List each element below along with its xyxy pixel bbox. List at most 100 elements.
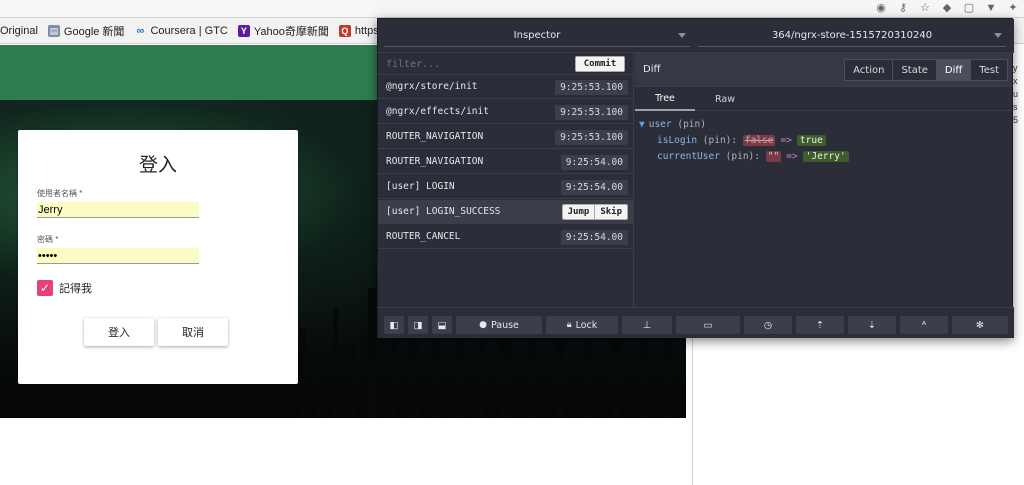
action-item[interactable]: @ngrx/store/init 9:25:53.100 xyxy=(378,75,634,99)
jump-skip-group: Jump Skip xyxy=(561,204,628,220)
settings-button[interactable]: ✻ xyxy=(952,316,1008,334)
layout-bottom-button[interactable]: ⬓ xyxy=(432,316,452,334)
vuejs-icon[interactable]: ▼ xyxy=(984,1,998,15)
timer-icon: ◷ xyxy=(763,319,773,331)
bookmark-yahoo[interactable]: Y Yahoo奇摩新聞 xyxy=(237,23,329,39)
username-label: 使用者名稱 * xyxy=(37,189,83,198)
browser-toolbar: ◉ ⚷ ☆ ◆ ▢ ▼ ✦ xyxy=(0,0,1024,18)
action-item[interactable]: ROUTER_NAVIGATION 9:25:54.00 xyxy=(378,150,634,174)
username-input[interactable] xyxy=(37,202,199,218)
panel-bottom-icon: ⬓ xyxy=(437,319,447,331)
tab-state[interactable]: State xyxy=(892,60,936,80)
new-value: 'Jerry' xyxy=(802,151,849,162)
devtools-header: Inspector 364/ngrx-store-1515720310240 xyxy=(378,19,1014,53)
page-icon[interactable]: ▢ xyxy=(962,1,976,15)
skip-button[interactable]: Skip xyxy=(594,205,627,219)
layout-right-button[interactable]: ◨ xyxy=(408,316,428,334)
tab-tree[interactable]: Tree xyxy=(635,87,695,111)
monitor-select[interactable]: Inspector xyxy=(384,25,690,47)
password-label: 密碼 * xyxy=(37,235,59,244)
old-value: "" xyxy=(765,151,782,162)
remember-me[interactable]: ✓ 記得我 xyxy=(37,280,92,296)
pane-title: Diff xyxy=(643,64,661,75)
new-value: true xyxy=(796,135,826,146)
tree-node-user[interactable]: ▼ user (pin) xyxy=(639,117,849,133)
filter-input[interactable] xyxy=(386,57,566,71)
action-list: Commit @ngrx/store/init 9:25:53.100 @ngr… xyxy=(378,53,634,307)
slider-button[interactable]: ◷ xyxy=(744,316,792,334)
layout-left-button[interactable]: ◧ xyxy=(384,316,404,334)
password-input[interactable] xyxy=(37,248,199,264)
pin-button[interactable]: ⊥ xyxy=(622,316,672,334)
extension-icons: ◉ ⚷ ☆ ◆ ▢ ▼ ✦ xyxy=(874,1,1020,15)
key-icon[interactable]: ⚷ xyxy=(896,1,910,15)
pause-button[interactable]: ● Pause xyxy=(456,316,542,334)
devtools-footer: ◧ ◨ ⬓ ● Pause 🔒︎ Lock ⊥ ▭ ◷ ⇡ ⇣ ᴬ ✻ xyxy=(378,307,1014,338)
action-item[interactable]: @ngrx/effects/init 9:25:53.100 xyxy=(378,100,634,124)
jump-button[interactable]: Jump xyxy=(562,205,595,219)
gear-icon: ✻ xyxy=(976,319,984,331)
user-icon[interactable]: ◉ xyxy=(874,1,888,15)
action-item[interactable]: ROUTER_CANCEL 9:25:54.00 xyxy=(378,225,634,249)
tab-raw[interactable]: Raw xyxy=(695,87,755,111)
old-value: false xyxy=(742,135,776,146)
action-timestamp: 9:25:54.00 xyxy=(560,155,628,170)
panel-left-icon: ◧ xyxy=(389,319,399,331)
diff-pane: Diff Action State Diff Test Tree Raw ▼ us… xyxy=(635,53,1012,307)
news-icon: ▤ xyxy=(47,24,60,37)
antenna-icon: ᴬ xyxy=(921,319,927,331)
keyboard-icon: ▭ xyxy=(703,319,713,331)
app-header-bar xyxy=(0,45,380,100)
instance-select[interactable]: 364/ngrx-store-1515720310240 xyxy=(698,25,1006,47)
remember-label: 記得我 xyxy=(59,283,92,295)
bookmark-coursera[interactable]: ∞ Coursera | GTC xyxy=(134,24,228,37)
upload-icon: ⇡ xyxy=(816,319,824,331)
action-timestamp: 9:25:53.100 xyxy=(555,80,628,95)
redux-devtools-icon[interactable]: ✦ xyxy=(1006,1,1020,15)
chevron-down-icon xyxy=(994,33,1002,38)
filter-row: Commit xyxy=(378,53,634,75)
sub-tabs: Tree Raw xyxy=(635,87,1012,111)
tree-node-currentuser[interactable]: currentUser (pin): "" => 'Jerry' xyxy=(639,149,849,165)
action-item[interactable]: [user] LOGIN 9:25:54.00 xyxy=(378,175,634,199)
yahoo-icon: Y xyxy=(237,24,250,37)
lock-icon: 🔒︎ xyxy=(566,320,572,330)
action-item[interactable]: ROUTER_NAVIGATION 9:25:53.100 xyxy=(378,125,634,149)
chevron-down-icon xyxy=(678,33,686,38)
action-timestamp: 9:25:54.00 xyxy=(560,230,628,245)
action-timestamp: 9:25:53.100 xyxy=(555,130,628,145)
login-button[interactable]: 登入 xyxy=(84,318,154,346)
tree-node-islogin[interactable]: isLogin (pin): false => true xyxy=(639,133,849,149)
coursera-icon: ∞ xyxy=(136,24,145,37)
remember-checkbox[interactable]: ✓ xyxy=(37,280,53,296)
cancel-button[interactable]: 取消 xyxy=(158,318,228,346)
commit-button[interactable]: Commit xyxy=(575,56,625,72)
action-timestamp: 9:25:54.00 xyxy=(560,180,628,195)
download-icon: ⇣ xyxy=(868,319,876,331)
dispatcher-button[interactable]: ▭ xyxy=(676,316,740,334)
check-icon: ✓ xyxy=(39,281,51,295)
tab-action[interactable]: Action xyxy=(845,60,893,80)
pin-icon: ⊥ xyxy=(642,319,652,331)
expand-arrow-icon[interactable]: ▼ xyxy=(639,119,645,130)
pause-icon: ● xyxy=(479,320,487,330)
diff-header: Diff Action State Diff Test xyxy=(635,53,1012,87)
lock-button[interactable]: 🔒︎ Lock xyxy=(546,316,618,334)
redux-devtools-panel: Inspector 364/ngrx-store-1515720310240 C… xyxy=(377,18,1014,338)
bookmark-original[interactable]: Original xyxy=(0,25,38,37)
tab-diff[interactable]: Diff xyxy=(935,60,971,80)
star-icon[interactable]: ☆ xyxy=(918,1,932,15)
diff-tree: ▼ user (pin) isLogin (pin): false => true c… xyxy=(639,117,849,165)
view-tabs: Action State Diff Test xyxy=(844,59,1008,81)
bookmark-google-news[interactable]: ▤ Google 新聞 xyxy=(47,23,124,39)
quora-icon: Q xyxy=(338,24,351,37)
action-item-selected[interactable]: [user] LOGIN_SUCCESS Jump Skip xyxy=(378,200,634,224)
action-timestamp: 9:25:53.100 xyxy=(555,105,628,120)
evernote-icon[interactable]: ◆ xyxy=(940,1,954,15)
import-button[interactable]: ⇣ xyxy=(848,316,896,334)
export-button[interactable]: ⇡ xyxy=(796,316,844,334)
login-card: 登入 使用者名稱 * 密碼 * ✓ 記得我 登入 取消 xyxy=(18,130,298,384)
remote-button[interactable]: ᴬ xyxy=(900,316,948,334)
login-title: 登入 xyxy=(138,155,177,176)
tab-test[interactable]: Test xyxy=(970,60,1007,80)
